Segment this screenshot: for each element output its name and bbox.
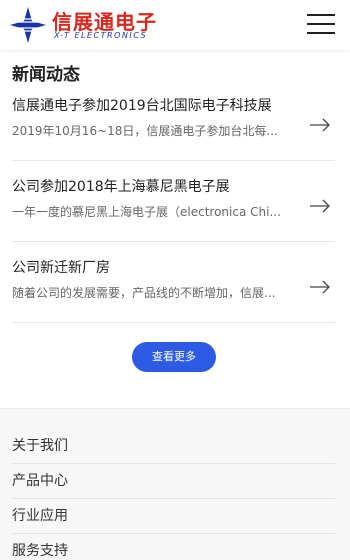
news-item[interactable]: 信展通电子参加2019台北国际电子科技展 2019年10月16~18日，信展通电… [12,80,335,161]
footer-link-support[interactable]: 服务支持 [12,534,335,560]
logo-english-name: X-T ELECTRONICS [54,31,148,40]
company-logo[interactable]: 信展通电子 X-T ELECTRONICS [10,5,156,45]
news-desc: 一年一度的慕尼黑上海电子展（electronica Chi... [12,205,281,219]
news-list: 信展通电子参加2019台北国际电子科技展 2019年10月16~18日，信展通电… [12,80,335,323]
news-item[interactable]: 公司新迁新厂房 随着公司的发展需要，产品线的不断增加，信展... [12,242,335,323]
footer-nav: 关于我们 产品中心 行业应用 服务支持 [0,408,350,560]
footer-link-applications[interactable]: 行业应用 [12,499,335,534]
logo-mark-icon [10,7,46,43]
hamburger-menu-icon[interactable] [307,14,335,34]
news-desc: 随着公司的发展需要，产品线的不断增加，信展... [12,286,276,300]
footer-link-products[interactable]: 产品中心 [12,464,335,499]
arrow-right-icon[interactable] [309,199,331,213]
footer-link-about[interactable]: 关于我们 [12,429,335,464]
news-title[interactable]: 公司参加2018年上海慕尼黑电子展 [12,176,312,196]
news-item[interactable]: 公司参加2018年上海慕尼黑电子展 一年一度的慕尼黑上海电子展（electron… [12,161,335,242]
news-desc: 2019年10月16~18日，信展通电子参加台北每... [12,124,278,138]
news-title[interactable]: 信展通电子参加2019台北国际电子科技展 [12,95,312,115]
arrow-right-icon[interactable] [309,280,331,294]
view-more-button[interactable]: 查看更多 [132,342,216,372]
header: 信展通电子 X-T ELECTRONICS [0,0,350,50]
arrow-right-icon[interactable] [309,118,331,132]
news-title[interactable]: 公司新迁新厂房 [12,257,312,277]
